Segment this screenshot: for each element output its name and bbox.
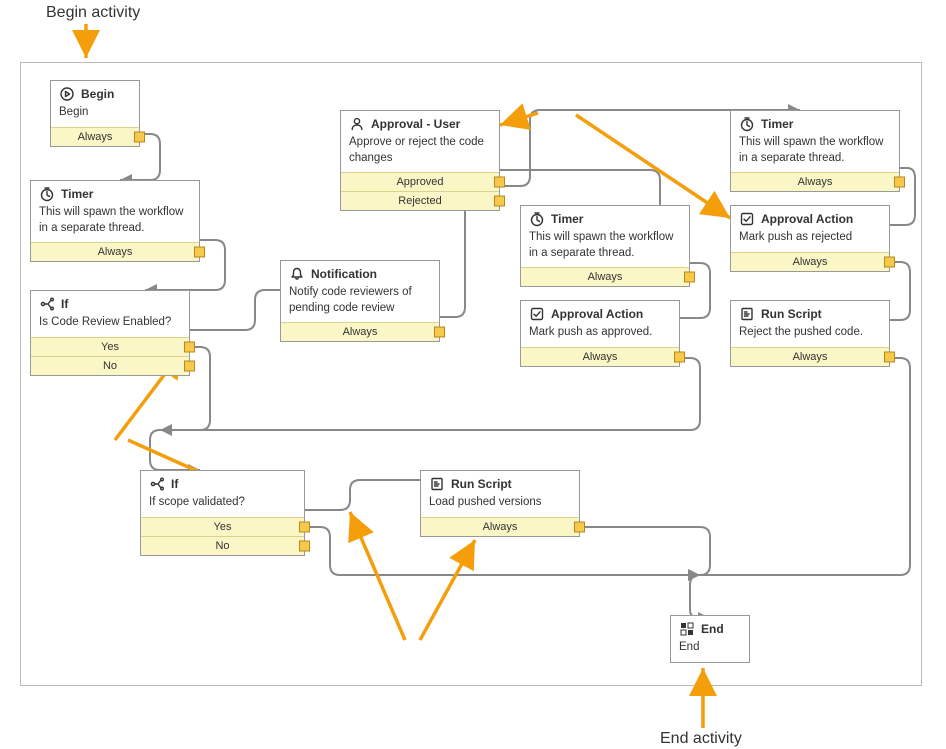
outcome-port[interactable]: [184, 360, 195, 371]
node-description: This will spawn the workflow in a separa…: [521, 230, 689, 267]
outcome-port[interactable]: [684, 272, 695, 283]
outcome-always[interactable]: Always: [521, 347, 679, 366]
node-header: Approval - User: [341, 111, 499, 135]
timer-icon: [529, 211, 545, 227]
node-description: Load pushed versions: [421, 495, 579, 517]
user-icon: [349, 116, 365, 132]
timer-icon: [739, 116, 755, 132]
outcome-yes[interactable]: Yes: [31, 337, 189, 356]
outcome-always[interactable]: Always: [31, 242, 199, 261]
outcome-port[interactable]: [134, 131, 145, 142]
outcome-always[interactable]: Always: [51, 127, 139, 146]
node-description: Begin: [51, 105, 139, 127]
node-title: Begin: [81, 87, 114, 101]
node-title: Approval - User: [371, 117, 460, 131]
node-run_reject[interactable]: Run Script Reject the pushed code.Always: [730, 300, 890, 367]
node-end[interactable]: End End: [670, 615, 750, 663]
node-timer1[interactable]: Timer This will spawn the workflow in a s…: [30, 180, 200, 262]
outcome-port[interactable]: [434, 327, 445, 338]
bell-icon: [289, 266, 305, 282]
outcome-port[interactable]: [494, 177, 505, 188]
node-description: This will spawn the workflow in a separa…: [31, 205, 199, 242]
end-icon: [679, 621, 695, 637]
node-run_load[interactable]: Run Script Load pushed versionsAlways: [420, 470, 580, 537]
outcome-always[interactable]: Always: [281, 322, 439, 341]
node-title: Notification: [311, 267, 377, 281]
node-appr_reject[interactable]: Approval Action Mark push as rejectedAlwa…: [730, 205, 890, 272]
node-title: Approval Action: [551, 307, 643, 321]
node-description: Notify code reviewers of pending code re…: [281, 285, 439, 322]
outcome-port[interactable]: [299, 521, 310, 532]
node-begin[interactable]: BeginBeginAlways: [50, 80, 140, 147]
node-header: Timer: [521, 206, 689, 230]
outcome-approved[interactable]: Approved: [341, 172, 499, 191]
outcome-always[interactable]: Always: [731, 172, 899, 191]
if-icon: [149, 476, 165, 492]
begin-icon: [59, 86, 75, 102]
outcome-port[interactable]: [184, 341, 195, 352]
outcome-always[interactable]: Always: [731, 252, 889, 271]
outcome-always[interactable]: Always: [421, 517, 579, 536]
outcome-yes[interactable]: Yes: [141, 517, 304, 536]
outcome-no[interactable]: No: [31, 356, 189, 375]
workflow-diagram: Begin activity Workflow activities Nodes…: [0, 0, 946, 749]
node-notification[interactable]: Notification Notify code reviewers of pen…: [280, 260, 440, 342]
node-header: If: [141, 471, 304, 495]
node-title: End: [701, 622, 724, 636]
outcome-port[interactable]: [494, 196, 505, 207]
outcome-rejected[interactable]: Rejected: [341, 191, 499, 210]
node-header: Approval Action: [521, 301, 679, 325]
node-description: Mark push as rejected: [731, 230, 889, 252]
outcome-port[interactable]: [299, 540, 310, 551]
node-appr_approve[interactable]: Approval Action Mark push as approved.Alw…: [520, 300, 680, 367]
node-timer3[interactable]: Timer This will spawn the workflow in a s…: [730, 110, 900, 192]
node-title: Run Script: [451, 477, 512, 491]
node-description: End: [671, 640, 749, 662]
node-approval_user[interactable]: Approval - User Approve or reject the cod…: [340, 110, 500, 211]
if-icon: [39, 296, 55, 312]
outcome-port[interactable]: [884, 256, 895, 267]
node-title: Timer: [551, 212, 583, 226]
outcome-port[interactable]: [574, 521, 585, 532]
outcome-port[interactable]: [674, 351, 685, 362]
node-header: Run Script: [421, 471, 579, 495]
outcome-port[interactable]: [884, 351, 895, 362]
outcome-always[interactable]: Always: [731, 347, 889, 366]
node-header: Begin: [51, 81, 139, 105]
node-description: This will spawn the workflow in a separa…: [731, 135, 899, 172]
node-description: Mark push as approved.: [521, 325, 679, 347]
node-header: Notification: [281, 261, 439, 285]
outcome-port[interactable]: [194, 247, 205, 258]
node-title: If: [171, 477, 178, 491]
node-header: If: [31, 291, 189, 315]
node-description: Approve or reject the code changes: [341, 135, 499, 172]
node-if_review[interactable]: If Is Code Review Enabled?YesNo: [30, 290, 190, 376]
node-timer2[interactable]: Timer This will spawn the workflow in a s…: [520, 205, 690, 287]
node-header: Timer: [731, 111, 899, 135]
node-title: If: [61, 297, 68, 311]
outcome-port[interactable]: [894, 177, 905, 188]
node-title: Approval Action: [761, 212, 853, 226]
node-title: Run Script: [761, 307, 822, 321]
node-header: Run Script: [731, 301, 889, 325]
node-header: Timer: [31, 181, 199, 205]
node-header: End: [671, 616, 749, 640]
node-description: If scope validated?: [141, 495, 304, 517]
annotation-end-activity: End activity: [660, 730, 742, 748]
annotation-begin-activity: Begin activity: [46, 4, 140, 22]
script-icon: [429, 476, 445, 492]
node-if_scope[interactable]: If If scope validated?YesNo: [140, 470, 305, 556]
timer-icon: [39, 186, 55, 202]
check-icon: [739, 211, 755, 227]
node-title: Timer: [61, 187, 93, 201]
check-icon: [529, 306, 545, 322]
outcome-no[interactable]: No: [141, 536, 304, 555]
node-title: Timer: [761, 117, 793, 131]
node-header: Approval Action: [731, 206, 889, 230]
node-description: Reject the pushed code.: [731, 325, 889, 347]
node-description: Is Code Review Enabled?: [31, 315, 189, 337]
outcome-always[interactable]: Always: [521, 267, 689, 286]
script-icon: [739, 306, 755, 322]
